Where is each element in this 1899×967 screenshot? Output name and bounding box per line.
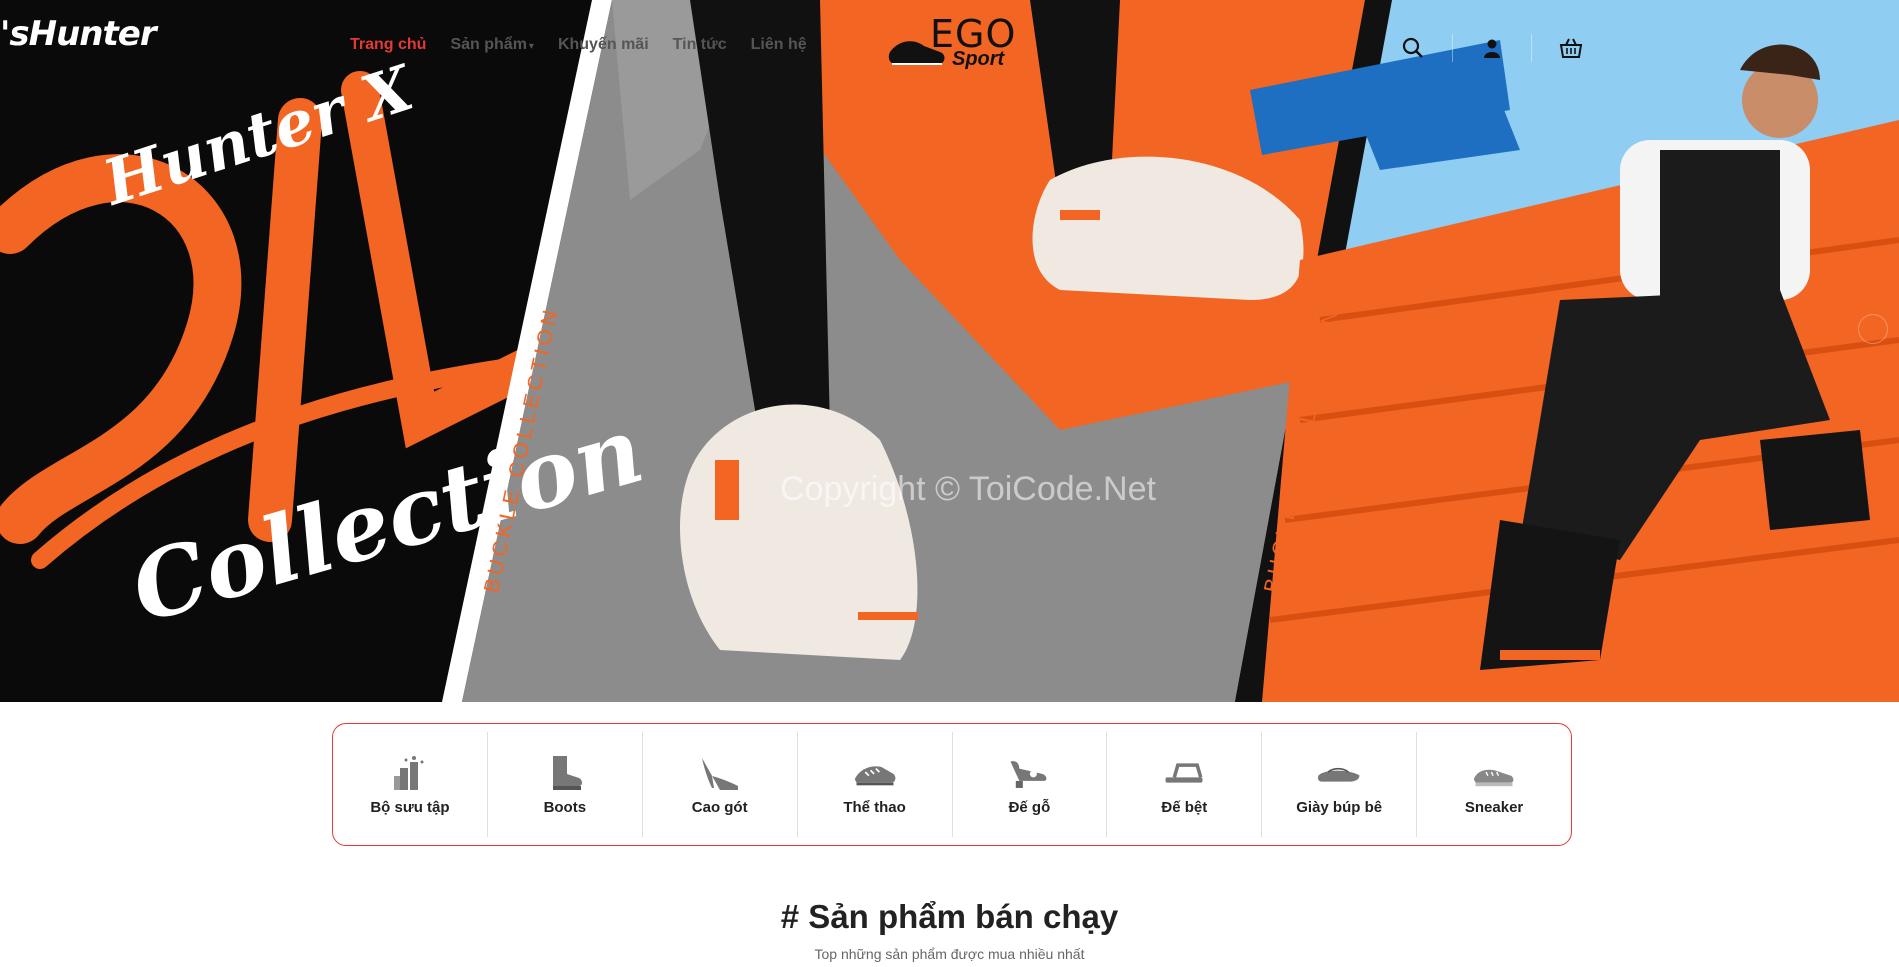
nav-item-home[interactable]: Trang chủ — [350, 36, 426, 54]
category-ballet-flats[interactable]: Giày búp bê — [1262, 732, 1418, 837]
collection-icon — [388, 753, 432, 793]
section-title: # Sản phẩm bán chạy — [780, 898, 1119, 935]
category-label: Giày búp bê — [1296, 799, 1383, 816]
main-nav: Trang chủ Sản phẩm ▾ Khuyến mãi Tin tức L… — [350, 36, 807, 54]
category-label: Boots — [543, 799, 587, 816]
slider-next-arrow[interactable] — [1858, 314, 1888, 344]
brand-logo-left[interactable]: 'sHunter — [0, 14, 157, 54]
logo-subtext: Sport — [952, 48, 1005, 70]
section-subtitle: Top những sản phẩm được mua nhiều nhất — [814, 946, 1085, 962]
category-sport[interactable]: Thể thao — [798, 732, 953, 837]
header-divider — [1452, 34, 1453, 62]
site-logo[interactable]: EGO Sport — [888, 12, 1028, 78]
high-heel-icon — [698, 753, 742, 793]
category-wooden-sole[interactable]: Đế gỗ — [953, 732, 1108, 837]
flat-sandal-icon — [1162, 753, 1206, 793]
nav-item-products-label: Sản phẩm — [450, 36, 527, 53]
category-label: Đế bệt — [1161, 799, 1208, 816]
header-divider — [1531, 34, 1532, 62]
category-high-heels[interactable]: Cao gót — [643, 732, 798, 837]
header-actions — [1400, 34, 1584, 62]
category-flat[interactable]: Đế bệt — [1107, 732, 1263, 837]
boot-icon — [543, 753, 587, 793]
category-label: Đế gỗ — [1008, 799, 1051, 816]
category-label: Cao gót — [691, 799, 748, 816]
category-sneaker[interactable]: Sneaker — [1417, 732, 1571, 837]
category-boots[interactable]: Boots — [488, 732, 643, 837]
nav-item-products[interactable]: Sản phẩm ▾ — [450, 36, 534, 54]
sport-shoe-icon — [853, 753, 897, 793]
category-label: Sneaker — [1464, 799, 1524, 816]
wooden-sole-icon — [1007, 753, 1051, 793]
category-collection[interactable]: Bộ sưu tập — [333, 732, 488, 837]
search-icon[interactable] — [1400, 35, 1426, 61]
hero-banner: 'sHunter Hunter X Collection BUCKLE COLL… — [0, 0, 1899, 702]
watermark: Copyright © ToiCode.Net — [780, 470, 1156, 508]
nav-item-promotions[interactable]: Khuyến mãi — [558, 36, 649, 54]
category-label: Thể thao — [843, 799, 906, 816]
category-label: Bộ sưu tập — [370, 799, 450, 816]
nav-item-news[interactable]: Tin tức — [673, 36, 727, 54]
ballet-flat-icon — [1317, 753, 1361, 793]
sneaker-icon — [1472, 753, 1516, 793]
cart-icon[interactable] — [1558, 35, 1584, 61]
nav-item-contact[interactable]: Liên hệ — [751, 36, 807, 54]
user-icon[interactable] — [1479, 35, 1505, 61]
category-bar: Bộ sưu tập Boots Cao gót Thể thao Đế gỗ … — [332, 723, 1572, 846]
chevron-down-icon: ▾ — [528, 41, 534, 52]
